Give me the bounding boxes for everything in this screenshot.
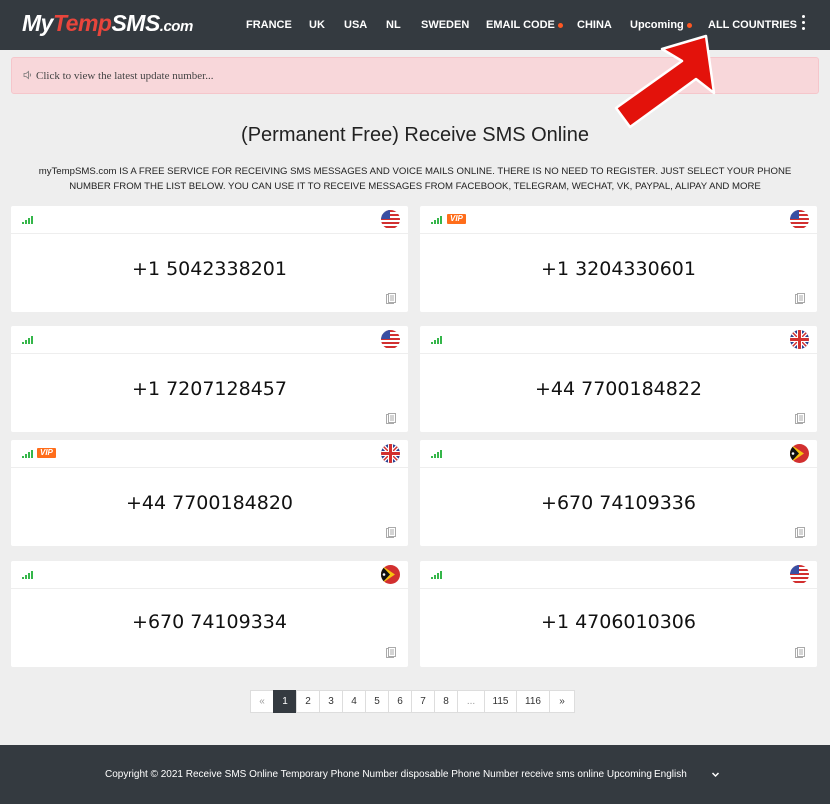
intro-text: myTempSMS.com IS A FREE SERVICE FOR RECE… bbox=[38, 166, 792, 192]
document-icon bbox=[795, 647, 805, 658]
phone-number: +670 74109334 bbox=[132, 611, 287, 633]
chevron-down-icon[interactable] bbox=[711, 770, 720, 779]
vip-badge: VIP bbox=[447, 214, 466, 224]
pagination-next[interactable]: » bbox=[549, 690, 575, 713]
language-select[interactable]: English bbox=[654, 769, 687, 780]
phone-number: +1 7207128457 bbox=[132, 378, 287, 400]
card-header bbox=[420, 326, 817, 354]
more-menu-icon[interactable] bbox=[800, 15, 806, 33]
number-card[interactable]: +44 7700184822 bbox=[420, 326, 817, 432]
signal-icon bbox=[431, 571, 443, 579]
navbar: MyTempSMS.com FRANCE UK USA NL SWEDEN EM… bbox=[0, 0, 830, 50]
nav-item-uk[interactable]: UK bbox=[309, 19, 325, 31]
nav-item-china[interactable]: CHINA bbox=[577, 19, 612, 31]
card-header bbox=[420, 440, 817, 468]
number-card[interactable]: VIP +1 3204330601 bbox=[420, 206, 817, 312]
phone-number: +1 5042338201 bbox=[132, 258, 287, 280]
uk-flag-icon bbox=[381, 444, 400, 463]
nav-item-email-code[interactable]: EMAIL CODE bbox=[486, 19, 563, 31]
document-icon bbox=[795, 293, 805, 304]
document-icon bbox=[795, 413, 805, 424]
new-dot-icon bbox=[557, 22, 563, 28]
nav-item-all-countries[interactable]: ALL COUNTRIES bbox=[708, 19, 797, 31]
pagination-page[interactable]: 8 bbox=[434, 690, 458, 713]
pagination-page[interactable]: 115 bbox=[484, 690, 517, 713]
pagination-page[interactable]: 5 bbox=[365, 690, 389, 713]
new-dot-icon bbox=[686, 22, 692, 28]
document-icon bbox=[386, 647, 396, 658]
announcement-banner[interactable]: Click to view the latest update number..… bbox=[11, 57, 819, 94]
pagination-ellipsis: ... bbox=[457, 690, 485, 713]
phone-number: +1 3204330601 bbox=[541, 258, 696, 280]
pagination-prev[interactable]: « bbox=[250, 690, 274, 713]
phone-number: +44 7700184820 bbox=[125, 492, 294, 514]
signal-icon bbox=[22, 450, 34, 458]
document-icon bbox=[386, 293, 396, 304]
phone-number: +1 4706010306 bbox=[541, 611, 696, 633]
nav-item-france[interactable]: FRANCE bbox=[246, 19, 292, 31]
announcement-text: Click to view the latest update number..… bbox=[36, 70, 214, 82]
document-icon bbox=[386, 413, 396, 424]
pagination: « 1 2 3 4 5 6 7 8 ... 115 116 » bbox=[250, 690, 575, 713]
signal-icon bbox=[22, 336, 34, 344]
number-card[interactable]: +1 4706010306 bbox=[420, 561, 817, 667]
number-card[interactable]: +1 5042338201 bbox=[11, 206, 408, 312]
pagination-page[interactable]: 6 bbox=[388, 690, 412, 713]
pagination-page[interactable]: 7 bbox=[411, 690, 435, 713]
phone-number: +44 7700184822 bbox=[534, 378, 703, 400]
us-flag-icon bbox=[381, 330, 400, 349]
number-card[interactable]: +670 74109336 bbox=[420, 440, 817, 546]
nav-item-upcoming[interactable]: Upcoming bbox=[630, 19, 692, 31]
nav-item-sweden[interactable]: SWEDEN bbox=[421, 19, 469, 31]
pagination-page[interactable]: 2 bbox=[296, 690, 320, 713]
card-header: VIP bbox=[11, 440, 408, 468]
number-card[interactable]: VIP +44 7700184820 bbox=[11, 440, 408, 546]
card-header bbox=[420, 561, 817, 589]
card-header: VIP bbox=[420, 206, 817, 234]
page-title: (Permanent Free) Receive SMS Online bbox=[241, 124, 589, 146]
signal-icon bbox=[22, 216, 34, 224]
pagination-page[interactable]: 1 bbox=[273, 690, 297, 713]
site-logo[interactable]: MyTempSMS.com bbox=[22, 10, 193, 37]
timor-leste-flag-icon bbox=[790, 444, 809, 463]
signal-icon bbox=[22, 571, 34, 579]
card-header bbox=[11, 561, 408, 589]
us-flag-icon bbox=[790, 210, 809, 229]
us-flag-icon bbox=[790, 565, 809, 584]
signal-icon bbox=[431, 336, 443, 344]
nav-item-usa[interactable]: USA bbox=[344, 19, 367, 31]
nav-item-nl[interactable]: NL bbox=[386, 19, 401, 31]
document-icon bbox=[386, 527, 396, 538]
footer: Copyright © 2021 Receive SMS Online Temp… bbox=[0, 745, 830, 804]
card-header bbox=[11, 326, 408, 354]
number-card[interactable]: +1 7207128457 bbox=[11, 326, 408, 432]
signal-icon bbox=[431, 216, 443, 224]
timor-leste-flag-icon bbox=[381, 565, 400, 584]
uk-flag-icon bbox=[790, 330, 809, 349]
phone-number: +670 74109336 bbox=[541, 492, 696, 514]
card-header bbox=[11, 206, 408, 234]
signal-icon bbox=[431, 450, 443, 458]
copyright-text: Copyright © 2021 Receive SMS Online Temp… bbox=[105, 769, 652, 780]
document-icon bbox=[795, 527, 805, 538]
us-flag-icon bbox=[381, 210, 400, 229]
number-card[interactable]: +670 74109334 bbox=[11, 561, 408, 667]
pagination-page[interactable]: 116 bbox=[516, 690, 550, 713]
pagination-page[interactable]: 3 bbox=[319, 690, 343, 713]
speaker-icon bbox=[23, 70, 31, 80]
pagination-page[interactable]: 4 bbox=[342, 690, 366, 713]
vip-badge: VIP bbox=[37, 448, 56, 458]
